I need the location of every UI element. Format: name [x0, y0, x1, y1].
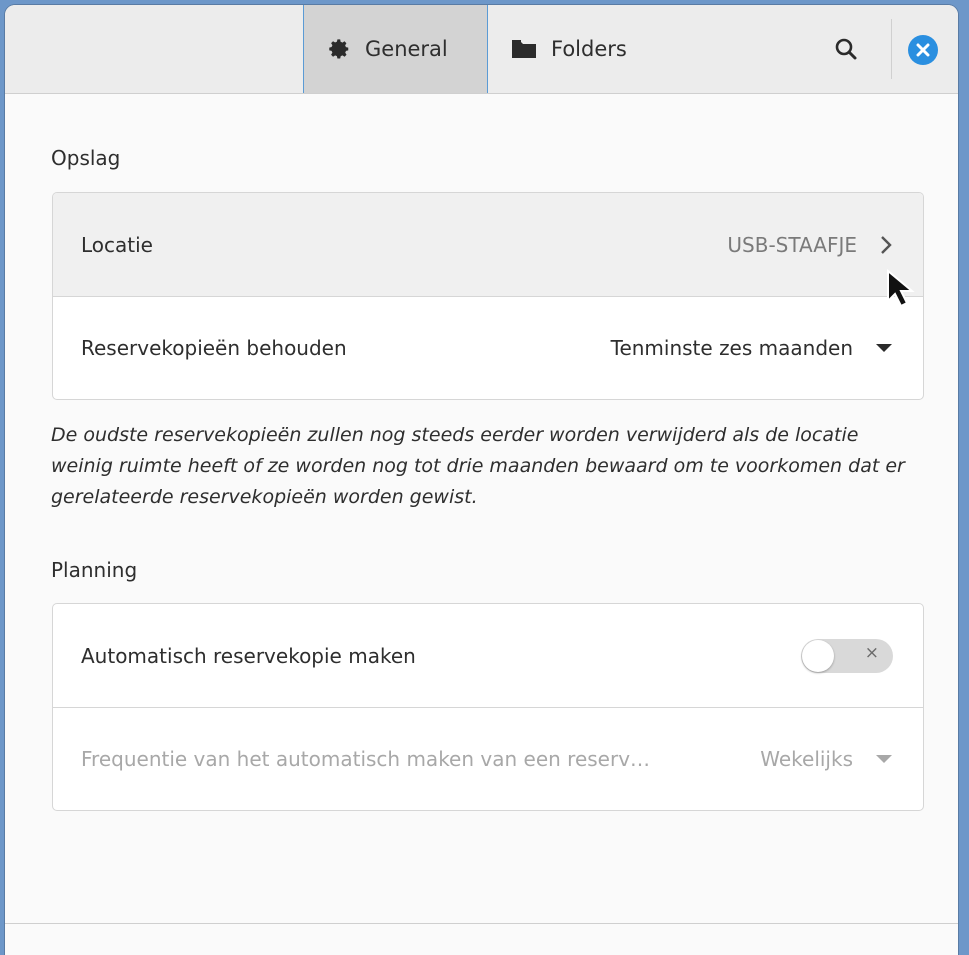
- dropdown-arrow-icon: [876, 755, 892, 763]
- auto-backup-label: Automatisch reservekopie maken: [81, 643, 416, 668]
- tab-general-label: General: [365, 37, 448, 61]
- search-button[interactable]: [829, 32, 863, 66]
- keep-backups-value: Tenminste zes maanden: [610, 336, 853, 360]
- header-separator: [891, 19, 892, 79]
- retention-note: De oudste reservekopieën zullen nog stee…: [51, 424, 905, 508]
- auto-backup-toggle[interactable]: ×: [801, 638, 893, 673]
- folder-icon: [512, 40, 536, 58]
- gear-icon: [329, 39, 349, 59]
- close-icon: [916, 43, 930, 57]
- frequency-row: Frequentie van het automatisch maken van…: [53, 707, 923, 810]
- frequency-label: Frequentie van het automatisch maken van…: [81, 747, 651, 771]
- header-bar: General Folders: [5, 5, 958, 94]
- frequency-dropdown: Wekelijks: [760, 747, 893, 771]
- tab-folders-label: Folders: [551, 37, 627, 61]
- bottom-border: [5, 923, 958, 924]
- tab-general[interactable]: General: [303, 5, 488, 93]
- section-title-storage: Opslag: [51, 146, 121, 170]
- location-value-wrap: USB-STAAFJE: [727, 233, 893, 257]
- schedule-card: Automatisch reservekopie maken × Frequen…: [52, 603, 924, 811]
- keep-backups-dropdown[interactable]: Tenminste zes maanden: [611, 336, 893, 360]
- location-row[interactable]: Locatie USB-STAAFJE: [53, 193, 923, 296]
- frequency-value: Wekelijks: [760, 747, 853, 771]
- keep-backups-row[interactable]: Reservekopieën behouden Tenminste zes ma…: [53, 296, 923, 399]
- search-icon: [835, 38, 857, 60]
- mouse-cursor-icon: [887, 268, 915, 308]
- toggle-off-icon: ×: [864, 642, 879, 663]
- toggle-knob: [802, 639, 834, 672]
- close-button[interactable]: [908, 35, 938, 65]
- location-value: USB-STAAFJE: [727, 232, 857, 257]
- preferences-content: Opslag Locatie USB-STAAFJE Reservekopieë…: [5, 94, 958, 955]
- dropdown-arrow-icon: [876, 344, 892, 352]
- chevron-right-icon: [881, 235, 892, 254]
- tab-folders[interactable]: Folders: [511, 5, 671, 93]
- keep-backups-label: Reservekopieën behouden: [81, 336, 347, 360]
- section-title-schedule: Planning: [51, 558, 138, 582]
- storage-card: Locatie USB-STAAFJE Reservekopieën behou…: [52, 192, 924, 400]
- preferences-window: General Folders Opslag Locatie USB-STAAF…: [5, 5, 958, 955]
- auto-backup-row: Automatisch reservekopie maken ×: [53, 604, 923, 707]
- location-label: Locatie: [81, 232, 153, 257]
